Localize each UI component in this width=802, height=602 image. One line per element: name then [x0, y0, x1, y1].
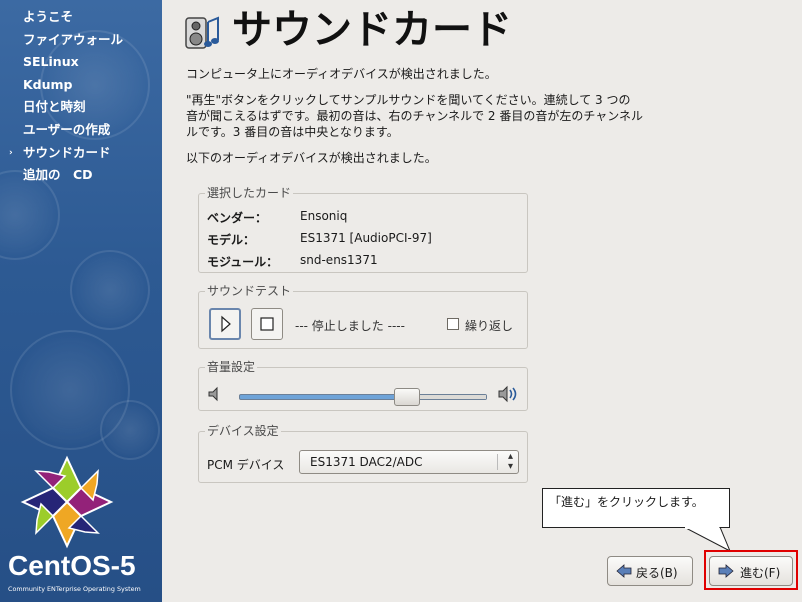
group-title: 音量設定	[205, 360, 258, 374]
centos-tagline: Community ENTerprise Operating System	[8, 585, 141, 593]
device-settings-group: デバイス設定 PCM デバイス ES1371 DAC2/ADC ▴ ▾	[198, 424, 528, 483]
step-item: SELinux	[23, 54, 79, 70]
play-icon	[221, 315, 231, 333]
repeat-checkbox[interactable]	[447, 318, 459, 330]
back-button[interactable]: 戻る(B)	[607, 556, 693, 586]
step-item: ようこそ	[23, 9, 74, 24]
group-title: 選択したカード	[205, 186, 294, 200]
combo-separator	[497, 454, 498, 470]
sound-test-group: サウンドテスト --- 停止しました ---- 繰り返し	[198, 284, 528, 349]
pcm-device-select[interactable]: ES1371 DAC2/ADC ▴ ▾	[299, 450, 519, 474]
page-title: サウンドカード	[232, 7, 512, 53]
background-flower	[100, 400, 160, 460]
module-label: モジュール：	[207, 255, 279, 269]
step-item: ファイアウォール	[23, 31, 124, 47]
main-panel: サウンドカード コンピュータ上にオーディオデバイスが検出されました。 "再生"ボ…	[162, 0, 802, 602]
group-title: デバイス設定	[205, 424, 281, 438]
volume-slider[interactable]	[239, 388, 487, 406]
centos-wordmark: CentOS-5	[8, 550, 136, 581]
volume-slider-handle[interactable]	[394, 388, 420, 406]
instruction-line: "再生"ボタンをクリックしてサンプルサウンドを聞いてください。連続して 3 つの	[186, 93, 631, 107]
volume-group: 音量設定	[198, 360, 528, 411]
volume-low-icon	[208, 386, 218, 402]
back-button-label: 戻る(B)	[636, 566, 678, 580]
arrow-left-icon	[616, 564, 632, 578]
selected-card-group: 選択したカード ベンダー： Ensoniq モデル： ES1371 [Audio…	[198, 186, 528, 273]
arrow-right-icon	[718, 564, 734, 578]
detected-text: 以下のオーディオデバイスが検出されました。	[186, 151, 437, 165]
next-button[interactable]: 進む(F)	[709, 556, 793, 586]
setup-steps-list: ようこそ ファイアウォール SELinux Kdump 日付と時刻 ユーザーの作…	[0, 6, 162, 187]
pcm-device-value: ES1371 DAC2/ADC	[310, 455, 423, 469]
model-label: モデル：	[207, 233, 256, 247]
pcm-device-label: PCM デバイス	[207, 458, 285, 472]
step-item: 追加の CD	[23, 167, 93, 183]
repeat-label: 繰り返し	[465, 319, 514, 333]
callout-text: 「進む」をクリックします。	[549, 495, 704, 509]
play-button[interactable]	[209, 308, 241, 340]
instruction-line: ルです。3 番目の音は中央となります。	[186, 125, 399, 139]
background-flower	[70, 250, 150, 330]
step-item: ユーザーの作成	[23, 121, 111, 137]
instruction-line: 音が聞こえるはずです。最初の音は、右のチャンネルで 2 番目の音が左のチャンネル	[186, 109, 643, 123]
vendor-label: ベンダー：	[207, 211, 268, 225]
instruction-callout: 「進む」をクリックします。	[542, 488, 730, 528]
vendor-value: Ensoniq	[300, 209, 348, 223]
step-item-current: › サウンドカード	[0, 142, 162, 165]
step-item: Kdump	[23, 76, 73, 92]
step-item: 日付と時刻	[23, 99, 86, 115]
model-value: ES1371 [AudioPCI-97]	[300, 231, 432, 245]
stop-button[interactable]	[251, 308, 283, 340]
volume-high-icon	[498, 385, 517, 403]
module-value: snd-ens1371	[300, 253, 378, 267]
group-title: サウンドテスト	[205, 284, 294, 298]
stop-icon	[260, 317, 274, 331]
next-button-label: 進む(F)	[740, 566, 781, 580]
intro-text: コンピュータ上にオーディオデバイスが検出されました。	[186, 67, 497, 81]
spin-arrows-icon: ▴ ▾	[507, 451, 513, 472]
sidebar: ようこそ ファイアウォール SELinux Kdump 日付と時刻 ユーザーの作…	[0, 0, 162, 602]
speaker-music-icon	[185, 16, 219, 49]
playback-status: --- 停止しました ----	[295, 319, 405, 333]
current-step-marker: ›	[9, 147, 13, 158]
